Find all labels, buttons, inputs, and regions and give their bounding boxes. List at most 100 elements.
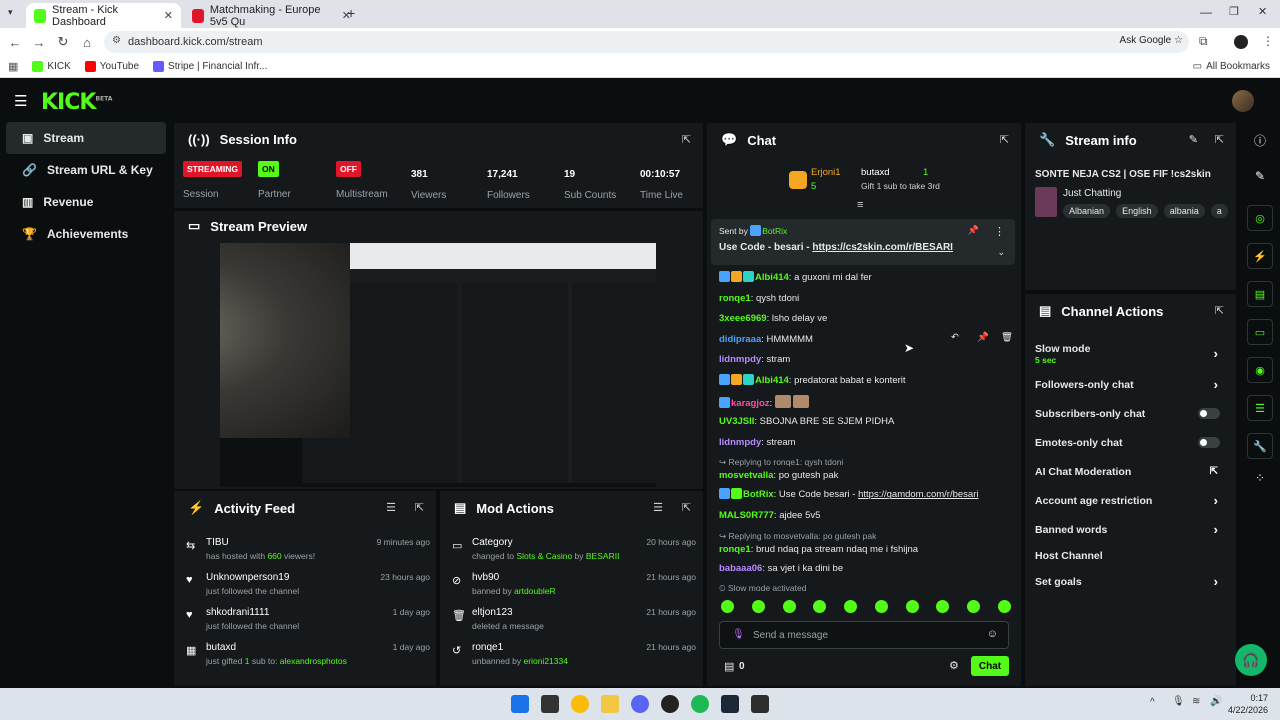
tab-list-chevron-icon[interactable]: ▾	[8, 7, 13, 18]
browser-menu-icon[interactable]: ⋮	[1262, 34, 1274, 48]
tag[interactable]: albania	[1163, 204, 1205, 218]
extensions-icon[interactable]: ⧉	[1199, 34, 1208, 49]
sidebar-item-achievements[interactable]: 🏆 Achievements	[6, 218, 166, 250]
home-icon[interactable]: ⌂	[75, 35, 99, 50]
chat-input[interactable]: 🎙 Send a message ☺	[719, 621, 1009, 649]
pinned-message[interactable]: Sent by BotRix Use Code - besari - https…	[711, 219, 1015, 265]
kick-logo[interactable]: KICKBETA	[41, 90, 112, 115]
start-icon[interactable]	[511, 695, 529, 713]
slow-mode-row[interactable]: Slow mode 5 sec ›	[1025, 338, 1236, 370]
emote-icon[interactable]	[782, 600, 796, 613]
account-age-row[interactable]: Account age restriction ›	[1025, 486, 1236, 515]
camera-tool-icon[interactable]: ◎	[1247, 205, 1273, 231]
emote-icon[interactable]	[813, 600, 827, 613]
bookmark-kick[interactable]: KICK	[32, 61, 71, 72]
volume-tray-icon[interactable]: 🔊	[1210, 696, 1222, 707]
points-icon[interactable]: ▤	[724, 660, 734, 673]
bookmark-stripe[interactable]: Stripe | Financial Infr...	[153, 61, 267, 72]
close-tab-icon[interactable]: ✕	[164, 9, 173, 22]
expand-icon[interactable]: ⇱	[415, 501, 424, 514]
emote-icon[interactable]	[844, 600, 858, 613]
apps-icon[interactable]: ⁘	[1240, 471, 1280, 485]
emote-icon[interactable]	[967, 600, 981, 613]
hamburger-menu-icon[interactable]: ☰	[14, 92, 27, 110]
url-input[interactable]: ⚙ dashboard.kick.com/stream Ask Google ☆	[104, 31, 1189, 53]
tab-kick-dashboard[interactable]: Stream - Kick Dashboard ✕	[26, 3, 181, 28]
subscribers-only-toggle[interactable]	[1198, 408, 1220, 419]
wifi-tray-icon[interactable]: ≋	[1192, 696, 1200, 707]
reload-icon[interactable]: ↻	[51, 34, 75, 50]
broadcast-tool-icon[interactable]: ◉	[1247, 357, 1273, 383]
list-tool-icon[interactable]: ☰	[1247, 395, 1273, 421]
tag[interactable]: a	[1210, 204, 1228, 218]
stream-video[interactable]	[220, 243, 656, 487]
chat-tool-icon[interactable]: ▭	[1247, 319, 1273, 345]
task-view-icon[interactable]	[541, 695, 559, 713]
expand-icon[interactable]: ⇱	[1215, 304, 1224, 317]
tab-matchmaking[interactable]: Matchmaking - Europe 5v5 Qu ✕	[184, 3, 359, 28]
new-tab-icon[interactable]: +	[347, 5, 355, 21]
pin-icon[interactable]: 📌	[968, 225, 979, 236]
minimize-icon[interactable]: —	[1200, 5, 1212, 19]
emote-icon[interactable]	[905, 600, 919, 613]
more-icon[interactable]: ⋮	[994, 225, 1005, 238]
apps-grid-icon[interactable]: ▦	[8, 60, 18, 73]
expand-icon[interactable]: ⇱	[1215, 133, 1224, 146]
microphone-icon[interactable]: 🎙	[732, 629, 745, 640]
wrench-tool-icon[interactable]: 🔧	[1247, 433, 1273, 459]
emotes-only-toggle[interactable]	[1198, 437, 1220, 448]
forward-icon[interactable]: →	[27, 35, 51, 50]
obs-icon[interactable]	[751, 695, 769, 713]
ai-moderation-row[interactable]: AI Chat Moderation ⇱	[1025, 457, 1236, 486]
chrome-icon[interactable]	[571, 695, 589, 713]
chevron-down-icon[interactable]: ⌄	[997, 247, 1005, 258]
discord-icon[interactable]	[631, 695, 649, 713]
sidebar-item-stream[interactable]: ▣ Stream	[6, 122, 166, 154]
sidebar-item-stream-url-key[interactable]: 🔗 Stream URL & Key	[6, 154, 166, 186]
info-icon[interactable]: ⓘ	[1240, 132, 1280, 149]
collapse-icon[interactable]: ≡	[857, 199, 863, 211]
all-bookmarks-button[interactable]: ▭ All Bookmarks	[1193, 61, 1270, 72]
reply-icon[interactable]: ↶	[951, 331, 959, 344]
emote-icon[interactable]	[721, 600, 734, 613]
steam-icon[interactable]	[721, 695, 739, 713]
expand-icon[interactable]: ⇱	[682, 133, 691, 146]
expand-icon[interactable]: ⇱	[682, 501, 691, 514]
bookmark-youtube[interactable]: YouTube	[84, 61, 139, 72]
emoji-icon[interactable]: ☺	[987, 628, 998, 640]
profile-avatar[interactable]	[1234, 35, 1248, 49]
site-info-icon[interactable]: ⚙	[112, 35, 121, 46]
mic-tray-icon[interactable]: 🎙	[1172, 696, 1185, 707]
chat-settings-icon[interactable]: ⚙	[949, 659, 959, 672]
chat-send-button[interactable]: Chat	[971, 656, 1009, 676]
edit-icon[interactable]: ✎	[1189, 133, 1198, 146]
delete-icon[interactable]: 🗑	[1001, 331, 1013, 344]
sidebar-item-revenue[interactable]: ▥ Revenue	[6, 186, 166, 218]
followers-only-row[interactable]: Followers-only chat ›	[1025, 370, 1236, 399]
document-tool-icon[interactable]: ▤	[1247, 281, 1273, 307]
clock[interactable]: 0:17 4/22/2026	[1228, 692, 1268, 716]
emote-icon[interactable]	[936, 600, 950, 613]
back-icon[interactable]: ←	[3, 35, 27, 50]
filter-icon[interactable]: ☰	[386, 501, 396, 514]
explorer-icon[interactable]	[601, 695, 619, 713]
emote-icon[interactable]	[997, 600, 1011, 613]
app-icon[interactable]	[661, 695, 679, 713]
emote-icon[interactable]	[874, 600, 888, 613]
ask-google-button[interactable]: Ask Google ☆	[1120, 35, 1183, 46]
close-window-icon[interactable]: ✕	[1258, 5, 1267, 18]
lightning-tool-icon[interactable]: ⚡	[1247, 243, 1273, 269]
pinned-link[interactable]: https://cs2skin.com/r/BESARI	[812, 242, 953, 253]
pin-message-icon[interactable]: 📌	[977, 331, 989, 344]
user-avatar[interactable]	[1232, 90, 1254, 112]
host-channel-row[interactable]: Host Channel	[1025, 544, 1236, 567]
banned-words-row[interactable]: Banned words ›	[1025, 515, 1236, 544]
edit-icon[interactable]: ✎	[1240, 169, 1280, 183]
tag[interactable]: Albanian	[1063, 204, 1111, 218]
emote-icon[interactable]	[751, 600, 765, 613]
set-goals-row[interactable]: Set goals ›	[1025, 567, 1236, 596]
maximize-icon[interactable]: ❐	[1229, 5, 1239, 18]
filter-icon[interactable]: ☰	[653, 501, 663, 514]
help-chat-button[interactable]: 🎧	[1235, 644, 1267, 676]
spotify-icon[interactable]	[691, 695, 709, 713]
